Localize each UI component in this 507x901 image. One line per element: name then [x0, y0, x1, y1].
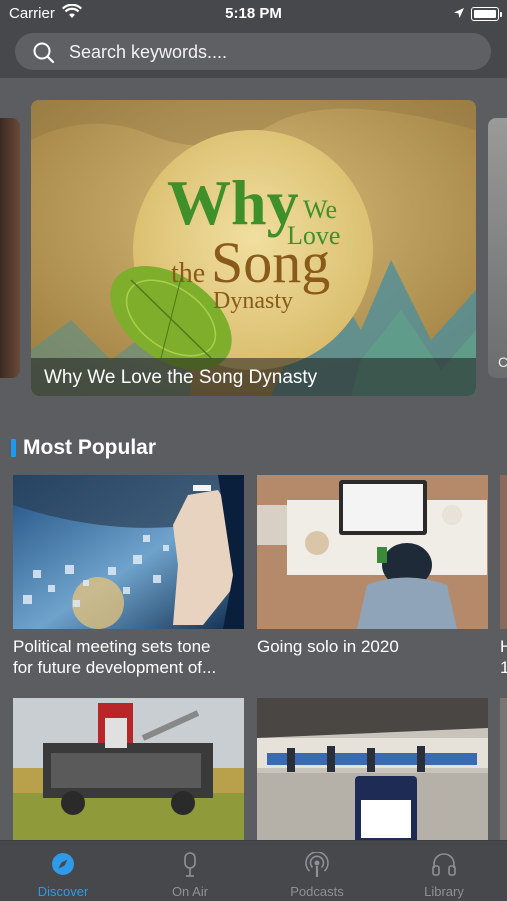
tab-label: Podcasts [290, 884, 344, 899]
previous-banner-peek[interactable] [0, 118, 20, 378]
tab-label: Library [424, 884, 464, 899]
peek-card-title: H 1 [500, 636, 507, 678]
banner-caption: Why We Love the Song Dynasty [31, 358, 476, 396]
article-thumbnail [13, 475, 244, 629]
art-text-song: Song [211, 230, 330, 295]
article-thumbnail [13, 698, 244, 840]
banner-title: Why We Love the Song Dynasty [44, 367, 318, 388]
tab-on-air[interactable]: On Air [127, 841, 253, 901]
article-card[interactable]: Going solo in 2020 [257, 475, 488, 657]
article-title-line: Going solo in 2020 [257, 637, 399, 656]
tab-library[interactable]: Library [381, 841, 507, 901]
search-input[interactable] [67, 33, 471, 72]
article-title: Going solo in 2020 [257, 636, 488, 657]
peek-card-line: H [500, 637, 507, 656]
location-arrow-icon [453, 6, 465, 24]
next-banner-letter: C [498, 354, 507, 370]
banner-artwork: Why We Love the Song Dynasty [31, 100, 476, 396]
search-bar [0, 28, 507, 78]
search-icon [33, 42, 55, 69]
article-thumbnail [257, 698, 488, 840]
art-text-why: Why [167, 167, 299, 238]
featured-banner[interactable]: Why We Love the Song Dynasty Why We Love… [31, 100, 476, 396]
peek-card-thumbnail[interactable] [500, 475, 507, 629]
art-text-dynasty: Dynasty [213, 288, 293, 314]
article-title-line: for future development of... [13, 658, 217, 677]
podcast-icon [304, 851, 330, 883]
headphones-icon [431, 852, 457, 881]
tab-bar: Discover On Air Podcasts Library [0, 840, 507, 901]
status-bar: Carrier 5:18 PM [0, 0, 507, 28]
article-card[interactable]: Political meeting sets tone for future d… [13, 475, 244, 678]
article-card[interactable] [257, 698, 488, 840]
article-card[interactable] [13, 698, 244, 840]
article-thumbnail [257, 475, 488, 629]
microphone-icon [178, 852, 202, 883]
tab-discover[interactable]: Discover [0, 841, 126, 901]
clock: 5:18 PM [225, 5, 282, 22]
tab-label: On Air [171, 884, 209, 899]
section-title: Most Popular [23, 436, 157, 459]
article-title: Political meeting sets tone for future d… [13, 636, 244, 678]
peek-card-line: 1 [500, 658, 507, 677]
peek-card-thumbnail[interactable] [500, 698, 507, 840]
compass-icon [51, 852, 75, 881]
tab-label: Discover [37, 884, 89, 899]
section-accent-bar [11, 439, 16, 457]
art-text-we: We [303, 195, 337, 224]
search-field[interactable] [15, 33, 491, 72]
featured-carousel[interactable]: Why We Love the Song Dynasty Why We Love… [0, 100, 507, 396]
tab-podcasts[interactable]: Podcasts [254, 841, 380, 901]
battery-icon [471, 7, 502, 21]
article-title-line: Political meeting sets tone [13, 637, 211, 656]
art-text-the: the [171, 258, 205, 289]
next-banner-peek[interactable]: C [488, 118, 507, 378]
